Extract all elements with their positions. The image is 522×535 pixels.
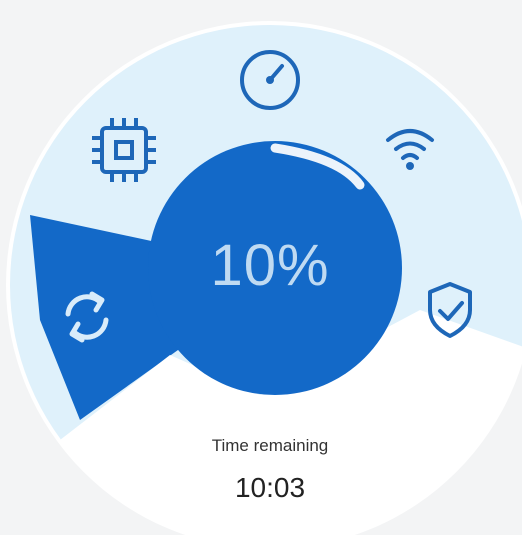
speedometer-icon	[240, 50, 300, 110]
wifi-icon	[386, 129, 434, 170]
processor-chip-icon	[92, 118, 156, 182]
time-remaining-label: Time remaining	[211, 436, 329, 455]
sync-icon	[65, 291, 109, 343]
time-remaining-value: 10:03	[234, 472, 306, 503]
optimization-dial-widget: 10% Time remaining 10:03	[0, 0, 522, 535]
shield-check-icon	[428, 282, 472, 338]
progress-percent: 10%	[210, 233, 330, 298]
